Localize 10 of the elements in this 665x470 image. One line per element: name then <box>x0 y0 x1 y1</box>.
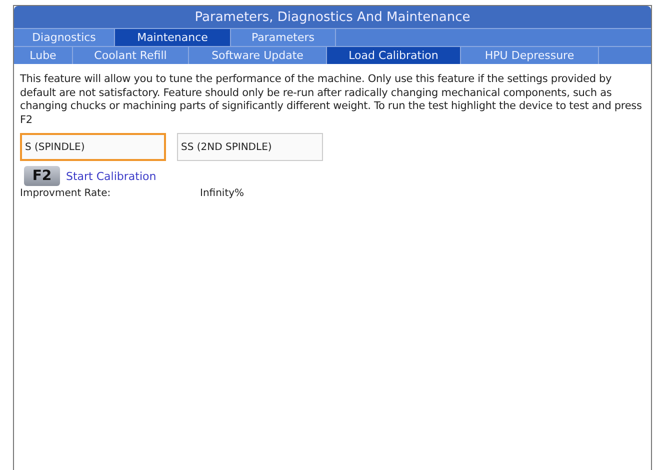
start-calibration-link[interactable]: Start Calibration <box>66 170 156 182</box>
result-value: Infinity% <box>200 188 244 199</box>
tab[interactable]: Maintenance <box>115 29 231 46</box>
window-title: Parameters, Diagnostics And Maintenance <box>14 6 651 28</box>
device-option[interactable]: S (SPINDLE) <box>20 133 166 161</box>
device-option[interactable]: SS (2ND SPINDLE) <box>177 133 323 161</box>
subtab[interactable]: Load Calibration <box>327 47 461 64</box>
description-text: This feature will allow you to tune the performance of the machine. Only use this feature if the settings provided by default are not satisfactory. Feature should only be re-run after radically changing mechanical components, such as changing chucks or machining parts of significantly different weight. To run the test highlight the device to test and press F2 <box>20 73 643 127</box>
result-label: Improvment Rate: <box>20 188 112 199</box>
f2-key[interactable]: F2 <box>24 166 60 186</box>
